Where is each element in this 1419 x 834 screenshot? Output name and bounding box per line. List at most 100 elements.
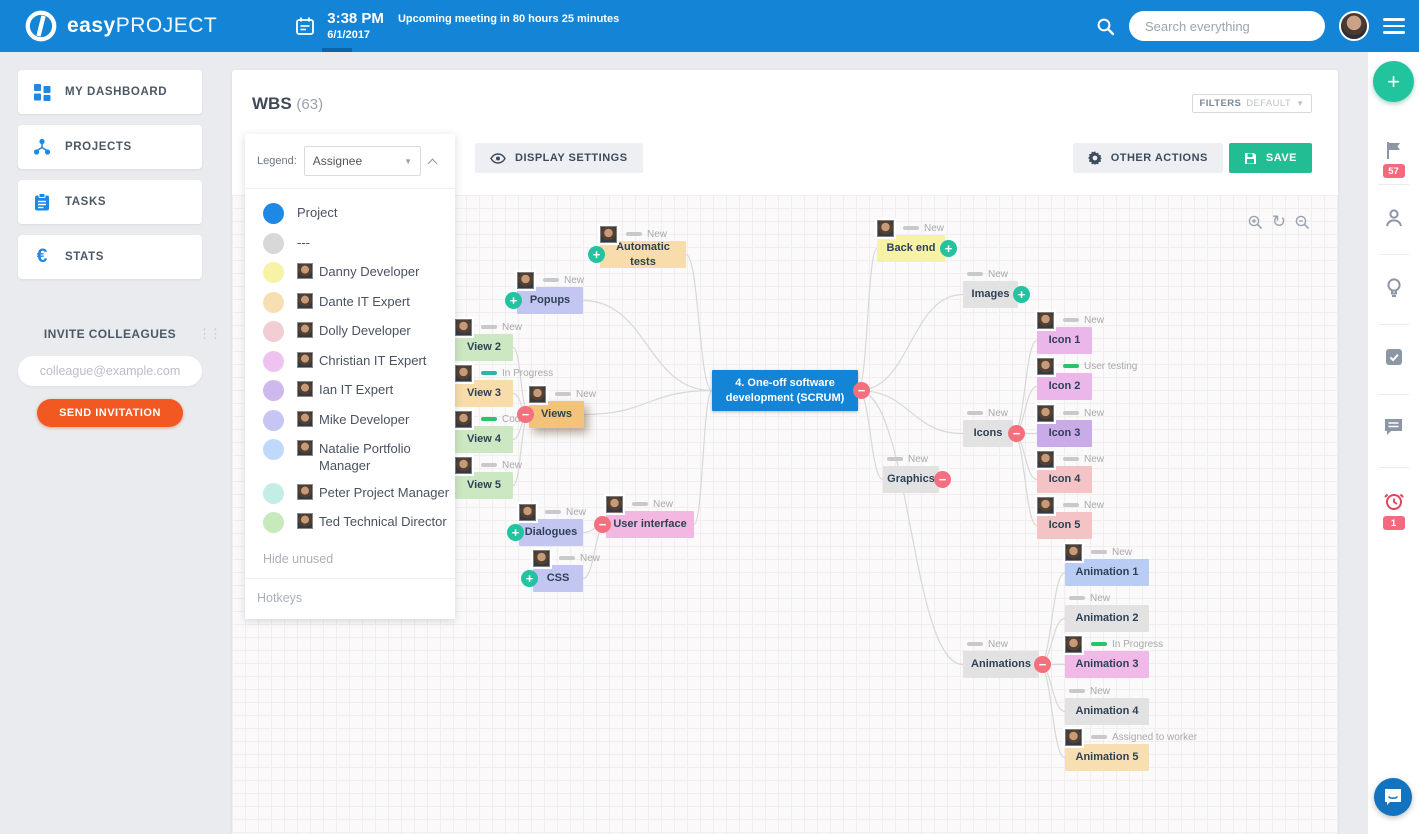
hotkeys-link[interactable]: Hotkeys [245,579,455,619]
rail-item-ideas[interactable] [1368,277,1419,299]
expand-plus-icon[interactable]: + [521,570,538,587]
sidebar-item-projects[interactable]: PROJECTS [18,125,202,169]
collapse-minus-icon[interactable]: − [934,471,951,488]
expand-plus-icon[interactable]: + [505,292,522,309]
assignee-avatar [455,457,472,474]
wbs-node-icon3[interactable]: Icon 3 [1037,420,1092,447]
collapse-minus-icon[interactable]: − [594,516,611,533]
hide-unused-link[interactable]: Hide unused [245,546,455,578]
legend-item[interactable]: Natalie Portfolio Manager [263,439,455,474]
legend-type-select[interactable]: Assignee ▼ [304,146,421,176]
support-chat-launcher[interactable] [1374,778,1412,816]
wbs-node-view2[interactable]: View 2 [455,334,513,361]
status-label: User testing [1084,361,1137,372]
sidebar-item-stats[interactable]: € STATS [18,235,202,279]
wbs-node-popups[interactable]: Popups [517,287,583,314]
collapse-minus-icon[interactable]: − [853,382,870,399]
sidebar-item-my-dashboard[interactable]: MY DASHBOARD [18,70,202,114]
collapse-minus-icon[interactable]: − [517,406,534,423]
legend-item[interactable]: Peter Project Manager [263,483,455,504]
wbs-node-animation1[interactable]: Animation 1 [1065,559,1149,586]
wbs-node-user-interface[interactable]: User interface [606,511,694,538]
wbs-node-graphics[interactable]: Graphics [883,466,939,493]
menu-icon[interactable] [1383,18,1405,34]
legend-item-name: Dolly Developer [319,321,411,339]
wbs-node-animation2[interactable]: Animation 2 [1065,605,1149,632]
other-actions-button[interactable]: OTHER ACTIONS [1073,143,1223,173]
wbs-node-view4[interactable]: View 4 [455,426,513,453]
rail-item-messages[interactable] [1368,417,1419,437]
expand-plus-icon[interactable]: + [940,240,957,257]
wbs-node-animations[interactable]: Animations [963,651,1039,678]
wbs-node-animation3[interactable]: Animation 3 [1065,651,1149,678]
clock-widget[interactable]: 3:38 PM 6/1/2017 [327,10,384,43]
wbs-node-center[interactable]: 4. One-off software development (SCRUM) [712,370,858,411]
status-label: New [988,269,1008,280]
node-status: New [903,222,944,234]
wbs-node-view5[interactable]: View 5 [455,472,513,499]
filters-label: FILTERS [1200,98,1242,109]
add-button[interactable]: + [1373,61,1414,102]
meeting-notice[interactable]: Upcoming meeting in 80 hours 25 minutes [398,13,619,25]
wbs-node-automatic-tests[interactable]: Automatic tests [600,241,686,268]
rail-item-flags[interactable]: 57 [1368,140,1419,178]
legend-color-dot [263,380,284,401]
legend-item[interactable]: Ian IT Expert [263,380,455,401]
wbs-node-css[interactable]: CSS [533,565,583,592]
clipboard-check-icon [1384,347,1404,367]
save-button[interactable]: SAVE [1229,143,1312,173]
expand-plus-icon[interactable]: + [507,524,524,541]
wbs-node-icon2[interactable]: Icon 2 [1037,373,1092,400]
status-bar [481,417,497,421]
wbs-node-backend[interactable]: Back end [877,235,945,262]
legend-item[interactable]: Mike Developer [263,410,455,431]
search-icon[interactable] [1096,17,1115,36]
rail-item-approvals[interactable] [1368,347,1419,367]
zoom-in-icon[interactable] [1248,215,1263,230]
wbs-node-dialogues[interactable]: Dialogues [519,519,583,546]
wbs-node-images[interactable]: Images [963,281,1018,308]
calendar-icon[interactable] [295,16,315,36]
legend-item[interactable]: Dante IT Expert [263,292,455,313]
status-label: New [564,275,584,286]
invite-email-field[interactable] [18,356,202,386]
legend-item[interactable]: Dolly Developer [263,321,455,342]
collapse-minus-icon[interactable]: − [1008,425,1025,442]
rail-item-people[interactable] [1368,207,1419,229]
wbs-node-icon4[interactable]: Icon 4 [1037,466,1092,493]
refresh-icon[interactable]: ↻ [1272,212,1286,232]
person-icon [1383,207,1405,229]
app-logo[interactable]: easyPROJECT [24,9,217,43]
wbs-node-view3[interactable]: View 3 [455,380,513,407]
wbs-node-icons[interactable]: Icons [963,420,1013,447]
legend-item[interactable]: Ted Technical Director [263,512,455,533]
wbs-node-animation4[interactable]: Animation 4 [1065,698,1149,725]
user-avatar[interactable] [1339,11,1369,41]
search-input[interactable] [1129,11,1325,41]
zoom-out-icon[interactable] [1295,215,1310,230]
filters-dropdown[interactable]: FILTERS DEFAULT ▼ [1192,94,1312,113]
assignee-avatar [1037,312,1054,329]
wbs-node-icon5[interactable]: Icon 5 [1037,512,1092,539]
rail-item-alarms[interactable]: 1 [1368,490,1419,530]
status-label: New [566,507,586,518]
legend-item[interactable]: --- [263,233,455,254]
legend-item[interactable]: Christian IT Expert [263,351,455,372]
send-invitation-button[interactable]: SEND INVITATION [37,399,183,427]
expand-plus-icon[interactable]: + [1013,286,1030,303]
expand-plus-icon[interactable]: + [588,246,605,263]
wbs-node-views[interactable]: Views [529,401,584,428]
wbs-node-animation5[interactable]: Animation 5 [1065,744,1149,771]
wbs-node-icon1[interactable]: Icon 1 [1037,327,1092,354]
legend-item[interactable]: Project [263,203,455,224]
display-settings-button[interactable]: DISPLAY SETTINGS [475,143,643,173]
legend-collapse-button[interactable] [421,156,443,167]
collapse-minus-icon[interactable]: − [1034,656,1051,673]
save-icon [1244,152,1257,165]
legend-item[interactable]: Danny Developer [263,262,455,283]
sidebar-item-tasks[interactable]: TASKS [18,180,202,224]
status-bar [1091,642,1107,646]
legend-avatar [297,411,313,427]
status-label: Assigned to worker [1112,732,1197,743]
alarm-clock-icon [1383,490,1405,512]
